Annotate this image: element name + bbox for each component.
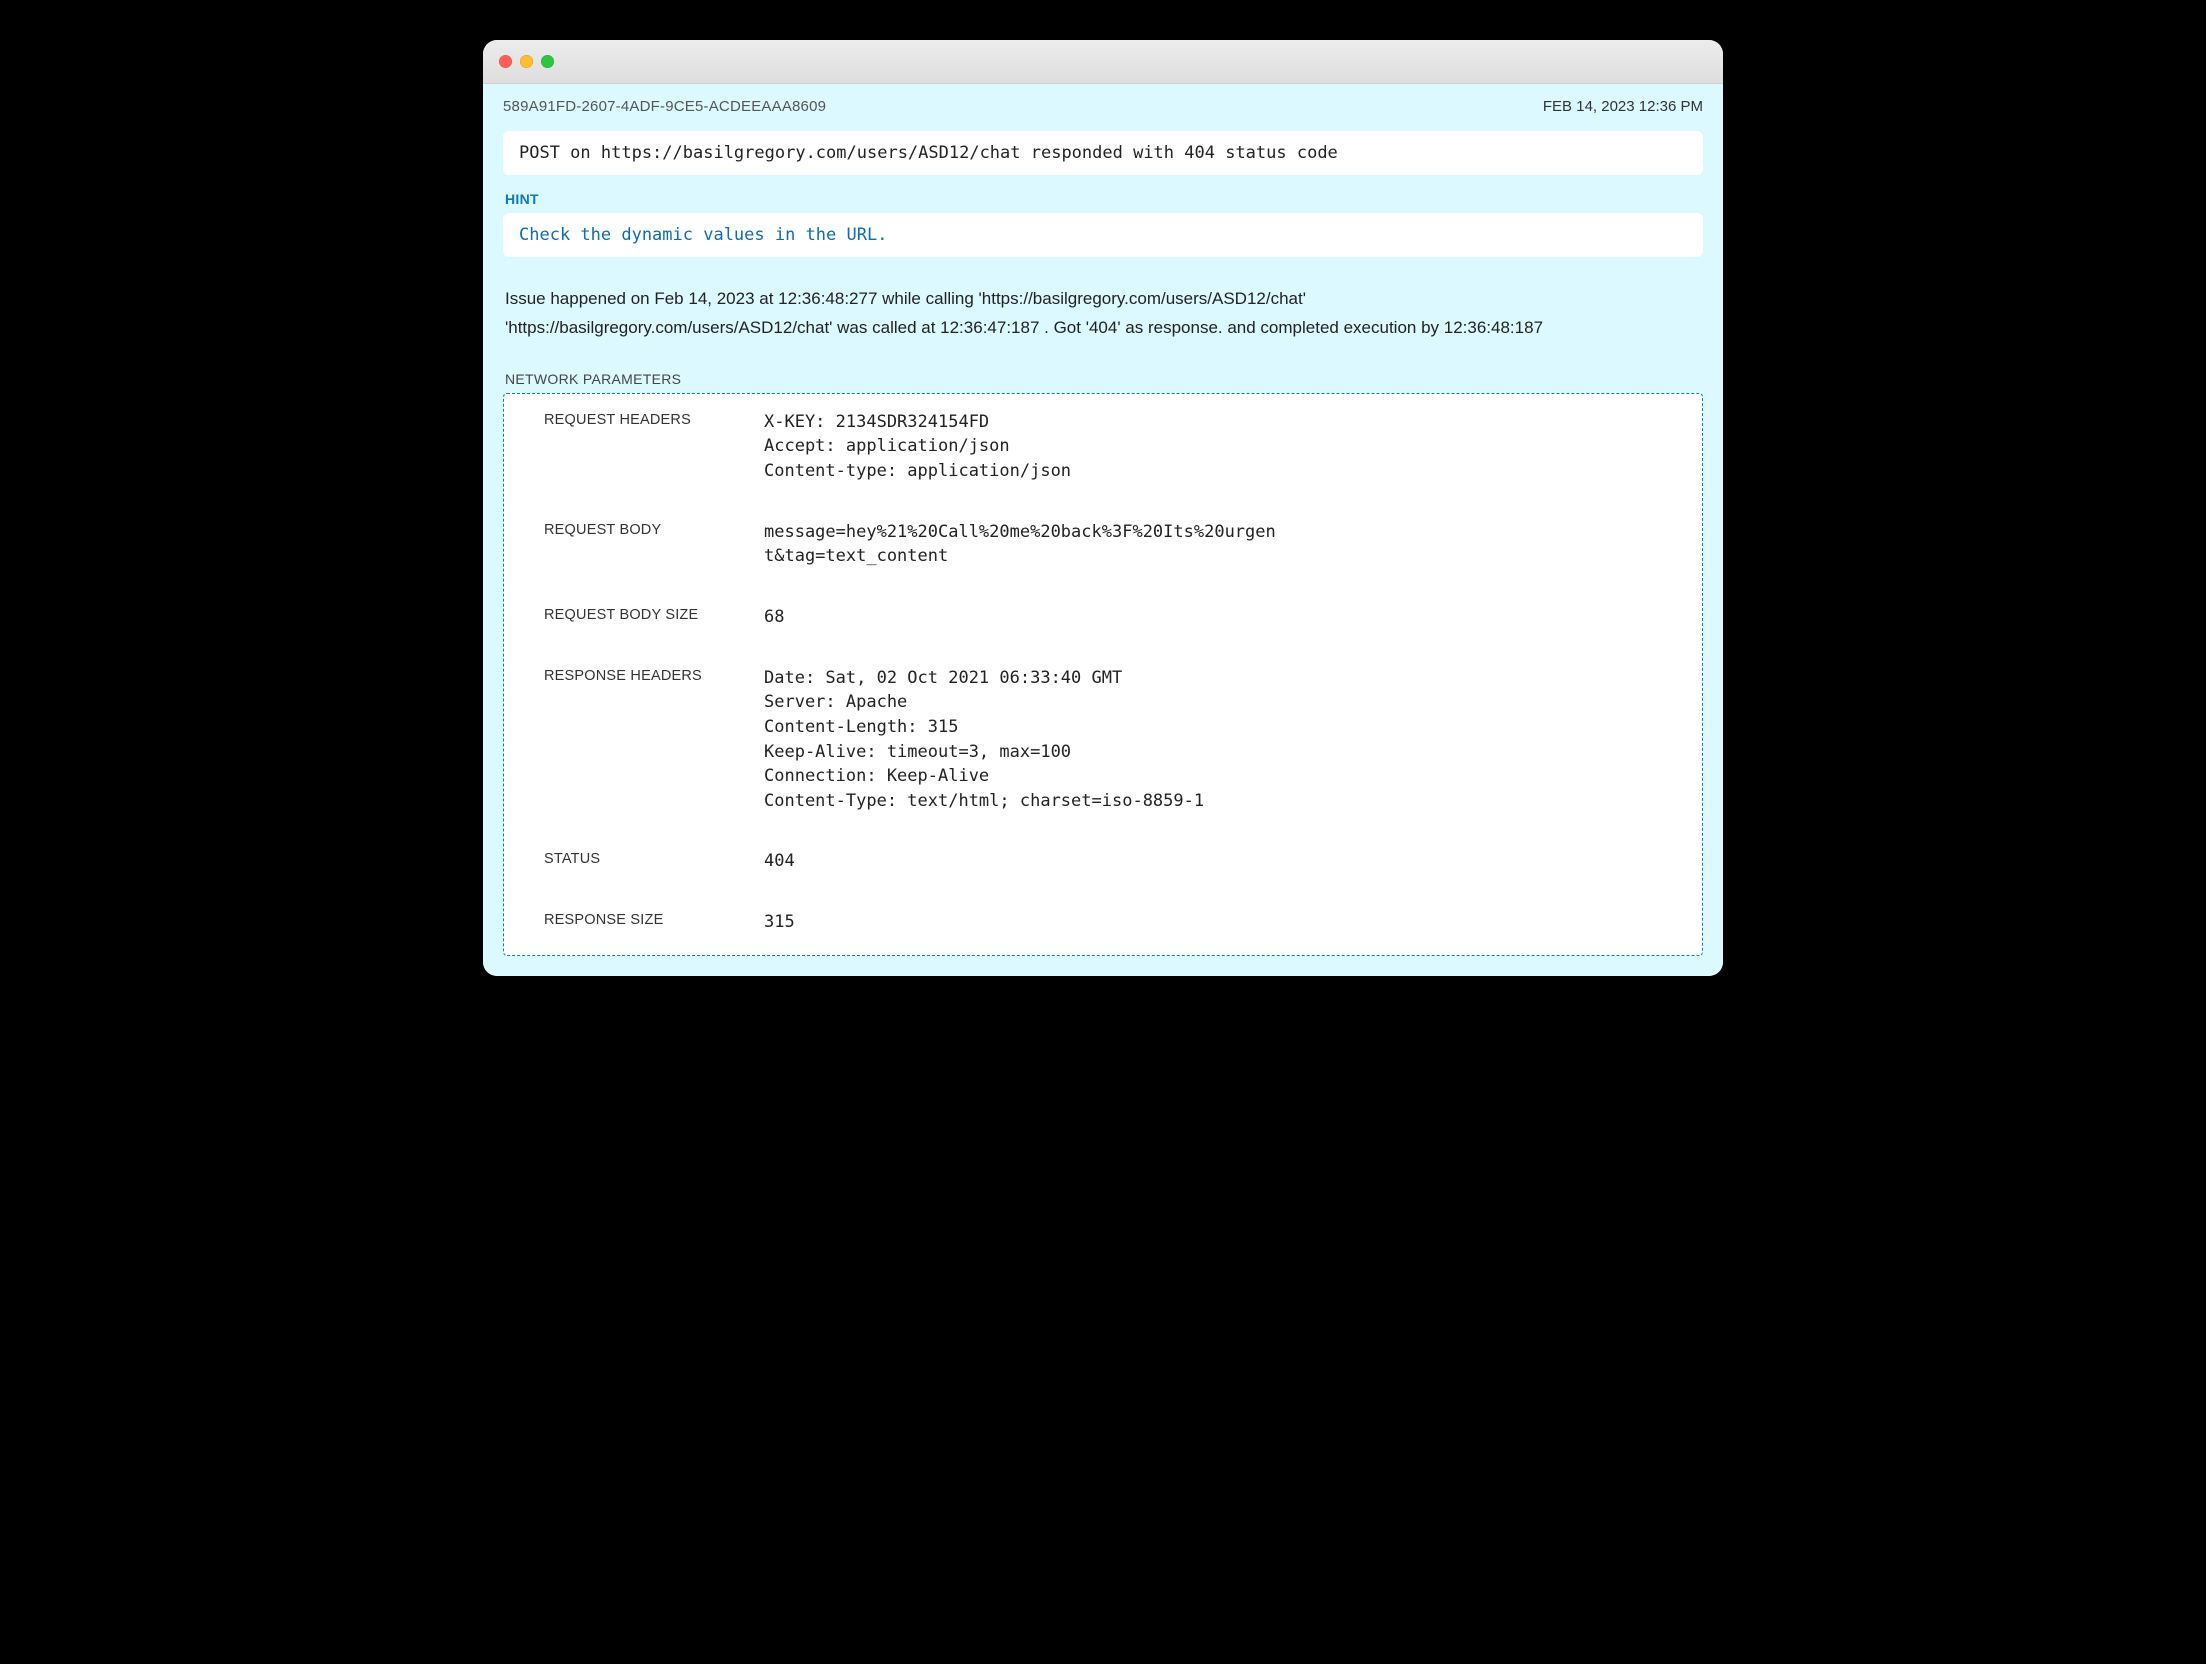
error-panel: 589A91FD-2607-4ADF-9CE5-ACDEEAAA8609 FEB… bbox=[483, 84, 1723, 976]
error-message-text: POST on https://basilgregory.com/users/A… bbox=[519, 143, 1338, 163]
window-titlebar bbox=[483, 40, 1723, 84]
panel-header: 589A91FD-2607-4ADF-9CE5-ACDEEAAA8609 FEB… bbox=[483, 84, 1723, 125]
param-key: REQUEST BODY SIZE bbox=[544, 605, 744, 623]
param-value: 68 bbox=[764, 605, 1284, 630]
param-row-request-headers: REQUEST HEADERS X-KEY: 2134SDR324154FD A… bbox=[544, 410, 1682, 484]
param-key: STATUS bbox=[544, 849, 744, 867]
param-row-request-body-size: REQUEST BODY SIZE 68 bbox=[544, 605, 1682, 630]
param-value: X-KEY: 2134SDR324154FD Accept: applicati… bbox=[764, 410, 1284, 484]
param-key: REQUEST BODY bbox=[544, 520, 744, 538]
param-value: 315 bbox=[764, 910, 1284, 935]
param-key: REQUEST HEADERS bbox=[544, 410, 744, 428]
error-uuid: 589A91FD-2607-4ADF-9CE5-ACDEEAAA8609 bbox=[503, 98, 826, 115]
error-timestamp: FEB 14, 2023 12:36 PM bbox=[1543, 98, 1703, 115]
network-parameters-box: REQUEST HEADERS X-KEY: 2134SDR324154FD A… bbox=[503, 393, 1703, 956]
hint-text: Check the dynamic values in the URL. bbox=[519, 225, 887, 245]
param-value: Date: Sat, 02 Oct 2021 06:33:40 GMT Serv… bbox=[764, 666, 1284, 814]
param-value: 404 bbox=[764, 849, 1284, 874]
window-close-icon[interactable] bbox=[499, 55, 512, 68]
param-row-response-size: RESPONSE SIZE 315 bbox=[544, 910, 1682, 935]
window-zoom-icon[interactable] bbox=[541, 55, 554, 68]
param-row-response-headers: RESPONSE HEADERS Date: Sat, 02 Oct 2021 … bbox=[544, 666, 1682, 814]
app-window: 589A91FD-2607-4ADF-9CE5-ACDEEAAA8609 FEB… bbox=[483, 40, 1723, 976]
error-message-box: POST on https://basilgregory.com/users/A… bbox=[503, 131, 1703, 175]
issue-description-line: 'https://basilgregory.com/users/ASD12/ch… bbox=[505, 314, 1701, 343]
window-minimize-icon[interactable] bbox=[520, 55, 533, 68]
param-value: message=hey%21%20Call%20me%20back%3F%20I… bbox=[764, 520, 1284, 569]
hint-label: HINT bbox=[505, 191, 1701, 207]
issue-description-line: Issue happened on Feb 14, 2023 at 12:36:… bbox=[505, 285, 1701, 314]
issue-description: Issue happened on Feb 14, 2023 at 12:36:… bbox=[505, 285, 1701, 343]
param-key: RESPONSE SIZE bbox=[544, 910, 744, 928]
hint-box: Check the dynamic values in the URL. bbox=[503, 213, 1703, 257]
param-row-status: STATUS 404 bbox=[544, 849, 1682, 874]
param-row-request-body: REQUEST BODY message=hey%21%20Call%20me%… bbox=[544, 520, 1682, 569]
param-key: RESPONSE HEADERS bbox=[544, 666, 744, 684]
network-parameters-label: NETWORK PARAMETERS bbox=[505, 371, 1701, 387]
